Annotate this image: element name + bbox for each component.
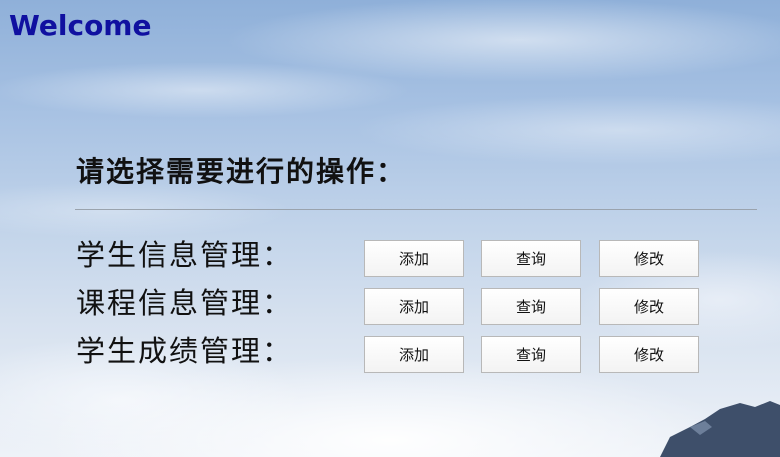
student-info-modify-button[interactable]: 修改 xyxy=(599,240,699,277)
student-info-label: 学生信息管理： xyxy=(76,238,294,272)
divider xyxy=(75,209,757,210)
mountain-peak-image xyxy=(660,401,780,457)
course-info-add-button[interactable]: 添加 xyxy=(364,288,464,325)
page-title: Welcome xyxy=(9,9,152,42)
student-grade-modify-button[interactable]: 修改 xyxy=(599,336,699,373)
student-grade-add-button[interactable]: 添加 xyxy=(364,336,464,373)
operation-prompt: 请选择需要进行的操作： xyxy=(76,155,407,188)
course-info-modify-button[interactable]: 修改 xyxy=(599,288,699,325)
course-info-query-button[interactable]: 查询 xyxy=(481,288,581,325)
course-info-label: 课程信息管理： xyxy=(76,286,294,320)
student-info-query-button[interactable]: 查询 xyxy=(481,240,581,277)
student-info-add-button[interactable]: 添加 xyxy=(364,240,464,277)
background-sky-image xyxy=(0,0,780,457)
student-grade-label: 学生成绩管理： xyxy=(76,334,294,368)
student-grade-query-button[interactable]: 查询 xyxy=(481,336,581,373)
